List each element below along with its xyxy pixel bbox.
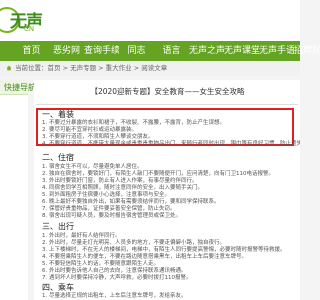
nav-item-9[interactable]: 招聘就业 (294, 41, 320, 61)
section-heading: 一、着装 (42, 110, 74, 119)
body-line: 1. 尽量选择正规的出租车，上车后注意车牌号，发给亲友。 (42, 293, 187, 299)
nav-item-7[interactable]: 无声课堂 (224, 41, 259, 61)
breadcrumb: 当前位置：首页 > 无声专题 > 重大作业 > 阅读文章 (0, 61, 300, 76)
body-line: 8. 宿舍出现可疑人员，要及时报告宿舍管理员或保卫处。 (42, 213, 181, 219)
body-line: 4. 不要穿行道道，不携带大量现金或贵重贵重物品出门，来随行者同时出现，围巾等有… (42, 141, 300, 147)
title-divider (36, 104, 298, 105)
site-header: 无声 CN (0, 0, 300, 41)
body-line: 1. 不要过分暴露的衣衫和裙子，不收裂、不露腰，不露背，防止产生误想。 (42, 120, 225, 126)
nav-item-5[interactable]: 语言 (154, 41, 189, 61)
nav-item-6[interactable]: 无声之声 (189, 41, 224, 61)
nav-item-blank[interactable] (0, 41, 14, 61)
body-line: 2. 独自在宿舍时，要锁好门，有陌生人敲门不要随便开门，应问清楚，向有门卫110… (42, 171, 274, 177)
article-panel: 【2020迎新专题】安全教育——女生安全攻略 一、着装 1. 不要过分暴露的衣衫和… (34, 80, 300, 300)
nav-item-4[interactable]: 同志 (119, 41, 154, 61)
body-line: 1. 外出时，最好有人结伴同行。 (42, 233, 121, 239)
home-icon (6, 65, 12, 71)
breadcrumb-path: 当前位置：首页 > 无声专题 > 重大作业 > 阅读文章 (15, 64, 168, 72)
body-line: 4. 不要搭乘陌生人的便车，不要在路边随意搭乘黑车，出租车上车后要注意车牌号。 (42, 254, 247, 260)
body-line: 4. 同宿舍同学互相照顾，随时注意同伴的安全，出入要随手关门。 (42, 185, 203, 191)
body-line: 5. 不要轻信陌生人的话，不要随意跟陌生人走。 (42, 261, 159, 267)
nav-item-2[interactable]: 恶劣网 (49, 41, 84, 61)
sidebar: 快捷导航 (0, 80, 36, 300)
body-line: 6. 外出时要告诉他人自己的去向，注意保持联系通讯畅通。 (42, 268, 187, 274)
body-line: 5. 到外面租房子住宿要小心选择，注意事项与安全。 (42, 192, 170, 198)
article-title: 【2020迎新专题】安全教育——女生安全攻略 (90, 87, 245, 96)
body-line: 7. 遇到坏人时要保持冷静，大声呼救，必要时拨打110报警。 (42, 275, 192, 281)
section-heading: 四、乘车 (42, 283, 74, 292)
nav-item-8[interactable]: 无声手语 (259, 41, 294, 61)
body-line: 7. 保管好贵重物品，证件要妥善安全保管，防止失窃。 (42, 206, 176, 212)
sidebar-header-label: 快捷导航 (4, 83, 36, 92)
body-line: 3. 外出时要锁好门窗，防止有人进入作案，有事尽量约伴同行。 (42, 178, 198, 184)
body-line: 2. 要尽可能不宜穿衬衫或运动暴露装。 (42, 127, 137, 133)
body-line: 6. 晚上最好不要独自外出，如果有需要须结伴而行，要和同学保持联系。 (42, 199, 220, 205)
sidebar-header: 快捷导航 (0, 80, 36, 95)
site-logo[interactable]: 无声 CN (0, 5, 60, 35)
nav-item-3[interactable]: 查询手续 (84, 41, 119, 61)
body-line: 3. 不要穿行道道，不须和陌生人攀谈交朋友。 (42, 134, 154, 140)
section-heading: 三、出行 (42, 222, 74, 231)
body-line: 1. 宿舍女生不可以，尽量避免单人居住。 (42, 164, 143, 170)
nav-item-home[interactable]: 首页 (14, 41, 49, 61)
section-heading: 二、住宿 (42, 153, 74, 162)
logo-subtext: CN (24, 25, 35, 33)
main-nav: 首页 恶劣网 查询手续 同志 语言 无声之声 无声课堂 无声手语 招聘就业 (0, 41, 320, 61)
body-line: 3. 上下楼梯时，不在无人的楼梯间，电梯中，有陌生人同行要提高警惕，必要时随时报… (42, 247, 286, 253)
body-line: 2. 外出时，尽量走灯光明亮、人员多的地方，不要走偏僻小路，独自夜行。 (42, 240, 225, 246)
